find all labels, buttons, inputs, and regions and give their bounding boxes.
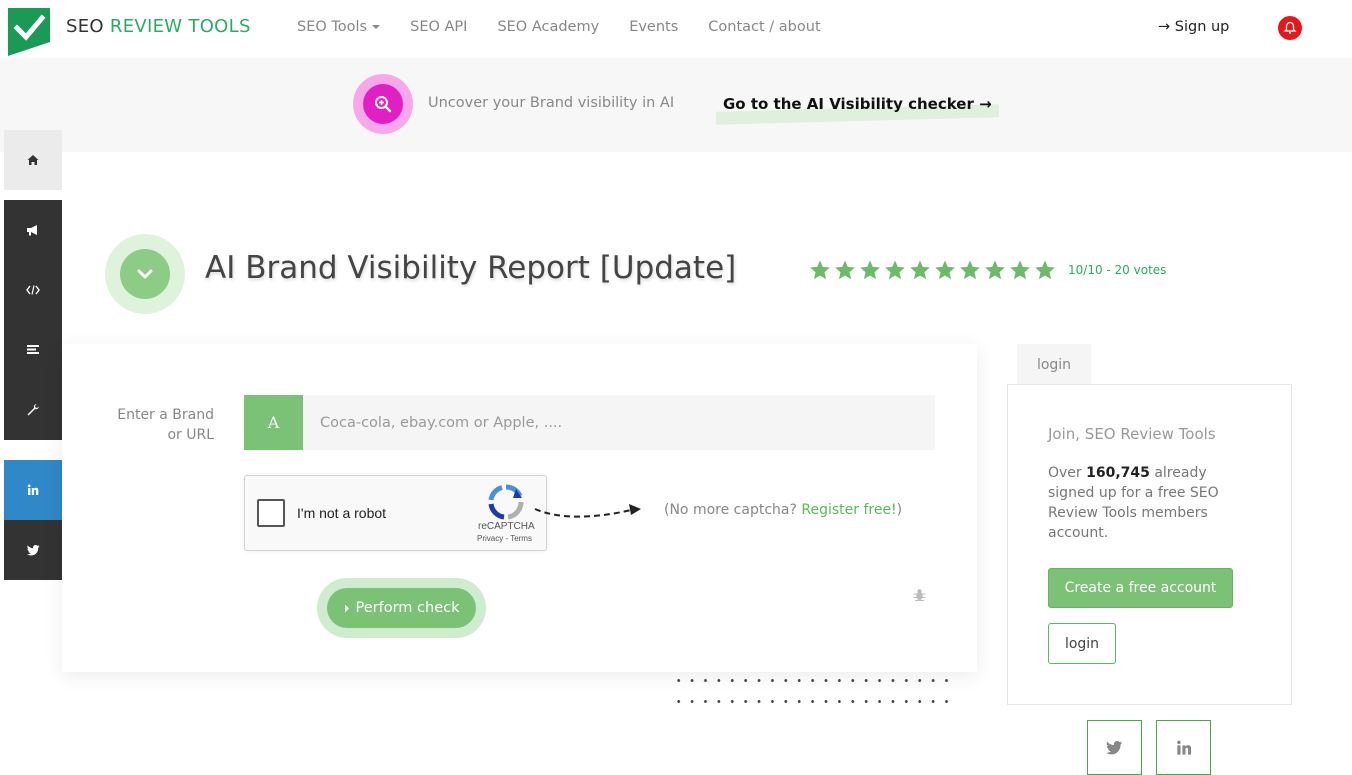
notification-button[interactable] <box>1278 16 1302 40</box>
recaptcha-logo-icon <box>488 484 524 520</box>
sidebar-linkedin-button[interactable] <box>4 460 62 520</box>
star-icon[interactable] <box>834 259 856 281</box>
sidebar-tools-button[interactable] <box>4 380 62 440</box>
linkedin-icon <box>27 484 39 495</box>
star-icon[interactable] <box>884 259 906 281</box>
sidebar-announcements-button[interactable] <box>4 200 62 260</box>
logo-text[interactable]: SEO REVIEW TOOLS <box>66 16 251 37</box>
promo-icon-badge <box>353 74 413 134</box>
perform-check-button[interactable]: Perform check <box>327 588 476 628</box>
share-linkedin-button[interactable] <box>1156 720 1211 775</box>
sidebar-twitter-button[interactable] <box>4 520 62 580</box>
caret-right-icon <box>344 604 349 612</box>
recaptcha-checkbox[interactable] <box>257 499 285 527</box>
decorative-dot-grid <box>672 670 950 720</box>
perform-check-label: Perform check <box>355 600 460 616</box>
star-icon[interactable] <box>984 259 1006 281</box>
megaphone-icon <box>27 225 37 236</box>
title-toggle-button[interactable] <box>105 234 185 314</box>
star-icon[interactable] <box>959 259 981 281</box>
sidebar-home-button[interactable] <box>4 130 62 190</box>
star-icon[interactable] <box>1034 259 1056 281</box>
star-icon[interactable] <box>859 259 881 281</box>
star-icon[interactable] <box>1009 259 1031 281</box>
star-icon[interactable] <box>809 259 831 281</box>
list-icon <box>27 345 39 354</box>
captcha-note-prefix: (No more captcha? <box>664 502 802 518</box>
bell-icon <box>1283 21 1297 34</box>
recaptcha-privacy-terms-link[interactable]: Privacy - Terms <box>477 534 532 543</box>
linkedin-icon <box>1176 740 1191 755</box>
promo-banner <box>0 58 1352 152</box>
main-nav: SEO Tools SEO API SEO Academy Events Con… <box>297 19 821 35</box>
tab-login[interactable]: login <box>1017 344 1091 385</box>
nav-item-label: SEO Tools <box>297 19 368 35</box>
bug-icon[interactable] <box>912 587 927 602</box>
promo-text: Uncover your Brand visibility in AI <box>428 95 675 111</box>
dashed-arrow-icon <box>534 504 641 518</box>
twitter-icon <box>1106 740 1123 754</box>
input-type-badge: A <box>244 395 303 450</box>
rating-votes-text: 10/10 - 20 votes <box>1068 263 1167 277</box>
twitter-icon <box>26 544 39 555</box>
sidebar-list-button[interactable] <box>4 320 62 380</box>
logo-text-accent: REVIEW TOOLS <box>109 16 251 37</box>
recaptcha-brand: reCAPTCHA <box>478 521 535 532</box>
home-icon <box>27 155 39 165</box>
ai-visibility-checker-link[interactable]: Go to the AI Visibility checker → <box>723 95 992 113</box>
perform-check-button-ring: Perform check <box>317 578 486 638</box>
code-icon <box>26 285 40 295</box>
chevron-down-icon <box>137 269 153 279</box>
captcha-register-note: (No more captcha? Register free!) <box>664 502 902 518</box>
login-button[interactable]: login <box>1048 623 1116 664</box>
recaptcha-label: I'm not a robot <box>297 505 387 521</box>
nav-item-events[interactable]: Events <box>629 19 678 35</box>
share-twitter-button[interactable] <box>1087 720 1142 775</box>
caret-down-icon <box>372 25 381 29</box>
star-icon[interactable] <box>934 259 956 281</box>
brand-url-input[interactable] <box>303 395 935 450</box>
nav-item-contact-about[interactable]: Contact / about <box>708 19 820 35</box>
brand-url-label: Enter a Brand or URL <box>117 407 214 443</box>
join-title: Join, SEO Review Tools <box>1048 425 1216 443</box>
page-title: AI Brand Visibility Report [Update] <box>205 250 737 286</box>
logo-text-main: SEO <box>66 16 104 37</box>
logo-checkmark-icon[interactable] <box>8 8 50 56</box>
register-free-link[interactable]: Register free! <box>801 502 896 518</box>
sidebar-code-button[interactable] <box>4 260 62 320</box>
nav-item-seo-api[interactable]: SEO API <box>410 19 467 35</box>
search-zoom-icon <box>375 96 392 113</box>
members-count: 160,745 <box>1086 465 1150 481</box>
wrench-icon <box>27 404 39 416</box>
captcha-note-suffix: ) <box>896 502 903 518</box>
create-account-button[interactable]: Create a free account <box>1048 568 1233 608</box>
star-icon[interactable] <box>909 259 931 281</box>
sign-up-link[interactable]: → Sign up <box>1158 19 1229 35</box>
join-description: Over 160,745 already signed up for a fre… <box>1048 463 1248 543</box>
nav-item-seo-tools[interactable]: SEO Tools <box>297 19 381 35</box>
rating-stars[interactable] <box>809 259 1056 281</box>
nav-item-seo-academy[interactable]: SEO Academy <box>497 19 599 35</box>
join-text-prefix: Over <box>1048 465 1087 481</box>
